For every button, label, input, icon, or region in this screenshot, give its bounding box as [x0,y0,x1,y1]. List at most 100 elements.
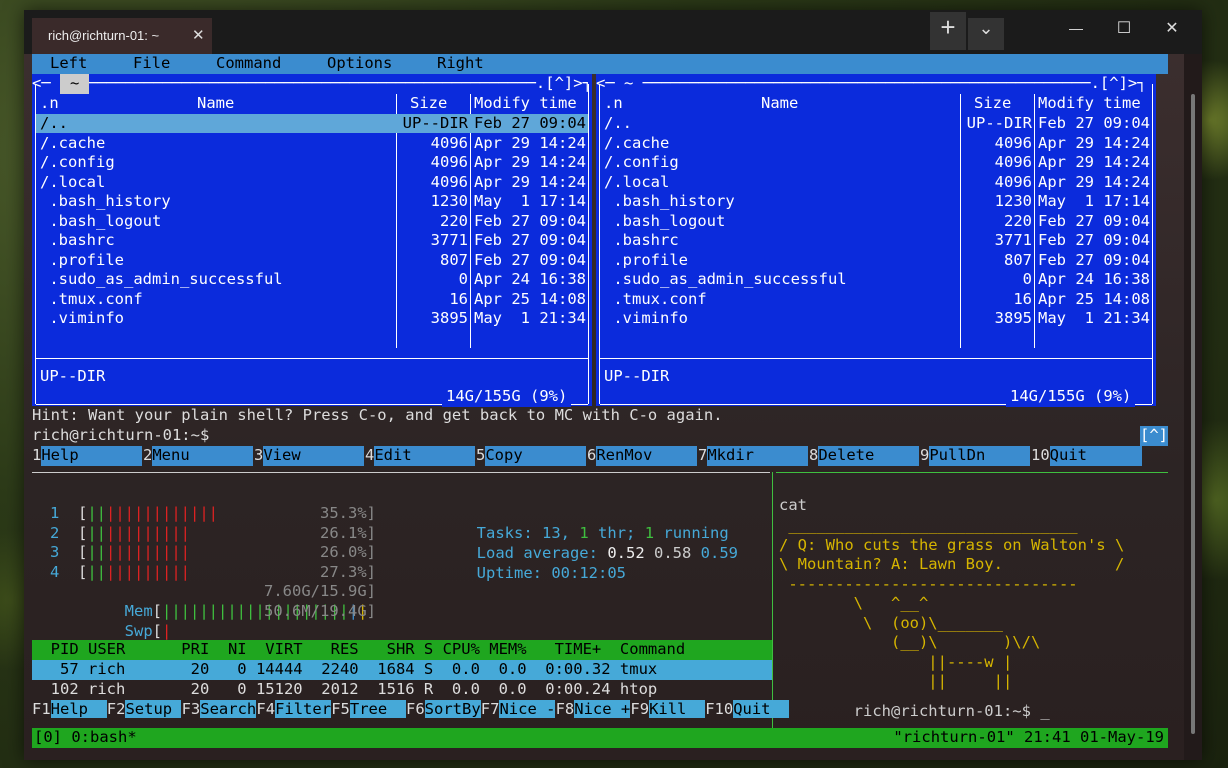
mc-fkey-delete[interactable]: 8Delete [809,446,920,466]
scrollbar[interactable] [1184,54,1202,760]
file-row[interactable]: .sudo_as_admin_successful 0 Apr 24 16:38 [600,270,1152,289]
file-row[interactable]: .viminfo 3895 May 1 21:34 [36,309,588,328]
file-row[interactable]: /.. UP--DIR Feb 27 09:04 [36,114,588,133]
file-mtime: Apr 29 14:24 [1038,172,1150,191]
file-mtime: Feb 27 09:04 [1038,211,1150,230]
cowsay-line: \ Mountain? A: Lawn Boy. / [779,555,1125,573]
file-row[interactable]: .bash_history 1230 May 1 17:14 [36,192,588,211]
chevron-down-icon[interactable]: ⌄ [968,18,1004,50]
cowsay-line: ------------------------------- [779,574,1078,593]
close-tab-icon[interactable]: ✕ [192,26,205,44]
mc-fkey-help[interactable]: 1Help [32,446,143,466]
file-row[interactable]: /.config 4096 Apr 29 14:24 [36,153,588,172]
file-row[interactable]: .bash_history 1230 May 1 17:14 [600,192,1152,211]
mc-fkey-mkdir[interactable]: 7Mkdir [698,446,809,466]
file-row[interactable]: .profile 807 Feb 27 09:04 [600,251,1152,270]
file-name: .bash_history [604,192,735,210]
htop-pane[interactable]: 1 [|||||||||||||| 35.3%] 2 [||||||||||| 26.… [32,474,790,734]
file-size: 4096 [994,153,1032,171]
menu-left[interactable]: Left [50,54,87,74]
mc-left-panel[interactable]: <─ ~ ───────────────────────────────────… [32,74,592,407]
scrollbar-thumb[interactable] [1191,94,1195,734]
file-row[interactable]: .bash_logout 220 Feb 27 09:04 [600,212,1152,231]
htop-fkey[interactable]: F2Setup [107,700,182,720]
col-sort-indicator[interactable]: .n [40,94,59,114]
tmux-window-list[interactable]: [0] 0:bash* [34,728,137,748]
file-name: /.local [604,172,670,191]
mc-fkey-quit[interactable]: 10Quit [1031,446,1142,466]
file-row[interactable]: .bashrc 3771 Feb 27 09:04 [600,231,1152,250]
terminal-content[interactable]: Left File Command Options Right <─ ~ ───… [24,54,1184,760]
file-name: .tmux.conf [40,289,143,308]
process-row[interactable]: 57 rich 20 0 14444 2240 1684 S 0.0 0.0 0… [32,660,772,680]
col-sort-indicator[interactable]: .n [604,94,623,114]
disk-usage: 14G/155G (9%) [442,387,572,407]
menu-right[interactable]: Right [437,54,484,74]
fkey-number: F7 [480,700,500,718]
mc-fkey-view[interactable]: 3View [254,446,365,466]
mc-fkey-edit[interactable]: 4Edit [365,446,476,466]
col-name-header[interactable]: Name [197,94,234,114]
htop-fkey[interactable]: F10Quit [705,700,790,720]
file-row[interactable]: /.config 4096 Apr 29 14:24 [600,153,1152,172]
new-tab-button[interactable]: + [930,12,966,50]
file-row[interactable]: .bashrc 3771 Feb 27 09:04 [36,231,588,250]
cpu-percent: 26.1%] [320,523,376,542]
menu-command[interactable]: Command [216,54,281,74]
file-size: 4096 [994,172,1032,191]
cowsay-line: _______________________________ [779,516,1078,534]
process-row[interactable]: 102 rich 20 0 15120 2012 1516 R 0.0 0.0 … [32,680,772,700]
col-name-header[interactable]: Name [761,94,798,114]
file-row[interactable]: .sudo_as_admin_successful 0 Apr 24 16:38 [36,270,588,289]
cpu-meter: 2 [||||||||||| [50,524,190,544]
file-row[interactable]: /.. UP--DIR Feb 27 09:04 [600,114,1152,133]
cpu-bars-user: || [87,504,107,522]
mc-prompt[interactable]: rich@richturn-01:~$ [32,426,209,446]
mc-fkey-copy[interactable]: 5Copy [476,446,587,466]
cowsay-line: / Q: Who cuts the grass on Walton's \ [779,535,1125,554]
htop-fkey[interactable]: F8Nice + [556,700,631,720]
cpu-bars-user: || [87,523,107,542]
minimize-button[interactable]: — [1056,20,1096,36]
mc-fkey-pulldn[interactable]: 9PullDn [920,446,1031,466]
htop-fkey[interactable]: F6SortBy [406,700,481,720]
menu-file[interactable]: File [133,54,170,74]
file-row[interactable]: /.cache 4096 Apr 29 14:24 [36,134,588,153]
fkey-label: SortBy [424,700,481,718]
col-size-header[interactable]: Size [410,94,447,114]
file-size: 807 [1004,250,1032,269]
col-mtime-header[interactable]: Modify time [1038,94,1141,114]
file-row[interactable]: .tmux.conf 16 Apr 25 14:08 [36,290,588,309]
htop-fkey[interactable]: F5Tree [331,700,406,720]
htop-fkey[interactable]: F9Kill [630,700,706,720]
file-row[interactable]: .tmux.conf 16 Apr 25 14:08 [600,290,1152,309]
fkey-number: 7 [698,446,708,464]
terminal-tab[interactable]: rich@richturn-01: ~ ✕ [32,18,212,54]
fkey-label: Nice + [574,700,631,718]
htop-fkey[interactable]: F7Nice - [481,700,556,720]
mc-fkey-menu[interactable]: 2Menu [143,446,254,466]
col-mtime-header[interactable]: Modify time [474,94,577,114]
cowsay-line: \ (oo)\_______ [779,613,1003,632]
close-window-button[interactable]: ✕ [1152,18,1192,38]
htop-fkey[interactable]: F3Search [182,700,257,720]
panel-separator [600,358,1152,359]
menu-options[interactable]: Options [327,54,392,74]
htop-fkey[interactable]: F4Filter [256,700,332,720]
cpu-bars: |||||||||||||| [87,504,218,522]
file-row[interactable]: /.local 4096 Apr 29 14:24 [36,173,588,192]
col-size-header[interactable]: Size [974,94,1011,114]
htop-fkey[interactable]: F1Help [32,700,107,720]
file-row[interactable]: .bash_logout 220 Feb 27 09:04 [36,212,588,231]
file-row[interactable]: .viminfo 3895 May 1 21:34 [600,309,1152,328]
maximize-button[interactable]: ☐ [1104,18,1144,38]
file-row[interactable]: /.local 4096 Apr 29 14:24 [600,173,1152,192]
mc-right-panel[interactable]: <─ ~ ───────────────────────────────────… [596,74,1156,407]
fkey-label: Setup [125,700,182,718]
file-row[interactable]: /.cache 4096 Apr 29 14:24 [600,134,1152,153]
file-row[interactable]: .profile 807 Feb 27 09:04 [36,251,588,270]
cowsay-pane[interactable]: cat _______________________________ / Q: … [779,474,1169,734]
fkey-number: F9 [630,700,650,718]
mc-fkey-renmov[interactable]: 6RenMov [587,446,698,466]
file-mtime: Apr 24 16:38 [474,270,586,288]
